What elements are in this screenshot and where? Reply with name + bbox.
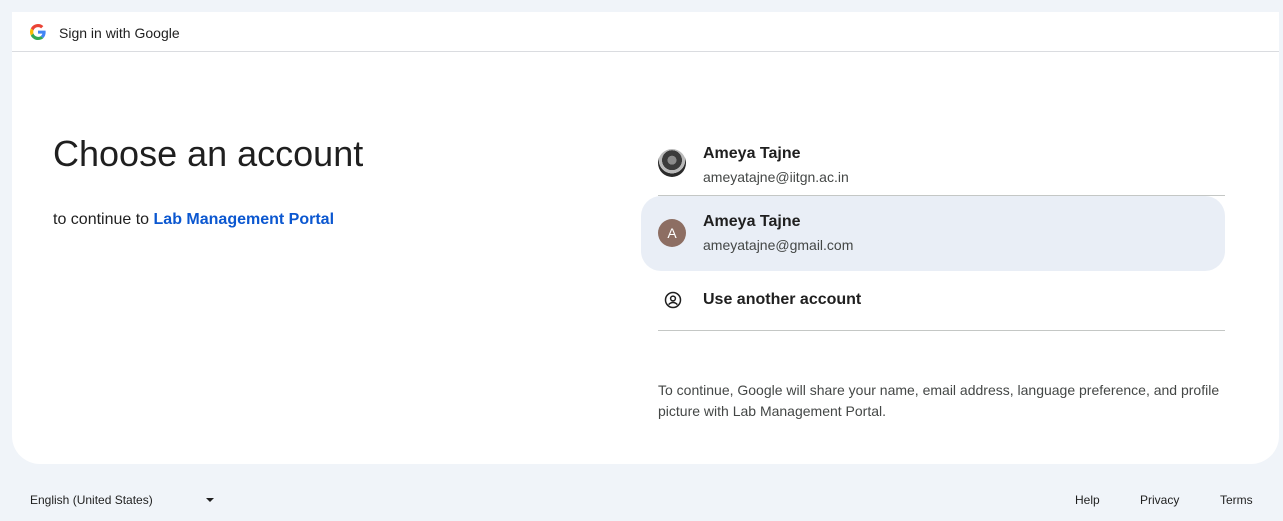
use-another-account-label: Use another account xyxy=(703,291,862,308)
app-name-link[interactable]: Lab Management Portal xyxy=(154,211,334,228)
page-title: Choose an account xyxy=(53,133,364,174)
language-selector[interactable]: English (United States) xyxy=(30,492,153,508)
card-header: Sign in with Google xyxy=(12,12,1279,52)
terms-link[interactable]: Terms xyxy=(1220,492,1253,508)
use-another-account-button[interactable]: Use another account xyxy=(658,271,1225,331)
page: Sign in with Google Choose an account to… xyxy=(0,0,1283,521)
footer: English (United States) Help Privacy Ter… xyxy=(0,464,1283,521)
account-item-iitgn[interactable]: Ameya Tajne ameyatajne@iitgn.ac.in xyxy=(658,126,1225,196)
avatar xyxy=(658,149,686,177)
sharing-notice: To continue, Google will share your name… xyxy=(658,382,1220,419)
account-list: Ameya Tajne ameyatajne@iitgn.ac.in A Ame… xyxy=(641,126,1225,331)
account-email: ameyatajne@gmail.com xyxy=(703,237,854,253)
privacy-link[interactable]: Privacy xyxy=(1140,492,1179,508)
account-circle-icon xyxy=(664,291,682,309)
avatar: A xyxy=(658,219,686,247)
google-g-icon xyxy=(30,24,46,40)
account-name: Ameya Tajne xyxy=(703,145,801,162)
subheading-prefix: to continue to xyxy=(53,211,150,228)
chevron-down-icon[interactable] xyxy=(206,498,214,502)
account-email: ameyatajne@iitgn.ac.in xyxy=(703,169,849,185)
account-name: Ameya Tajne xyxy=(703,213,801,230)
account-item-gmail[interactable]: A Ameya Tajne ameyatajne@gmail.com xyxy=(641,196,1225,271)
help-link[interactable]: Help xyxy=(1075,492,1100,508)
header-title: Sign in with Google xyxy=(59,25,180,41)
subheading: to continue to Lab Management Portal xyxy=(53,209,334,231)
